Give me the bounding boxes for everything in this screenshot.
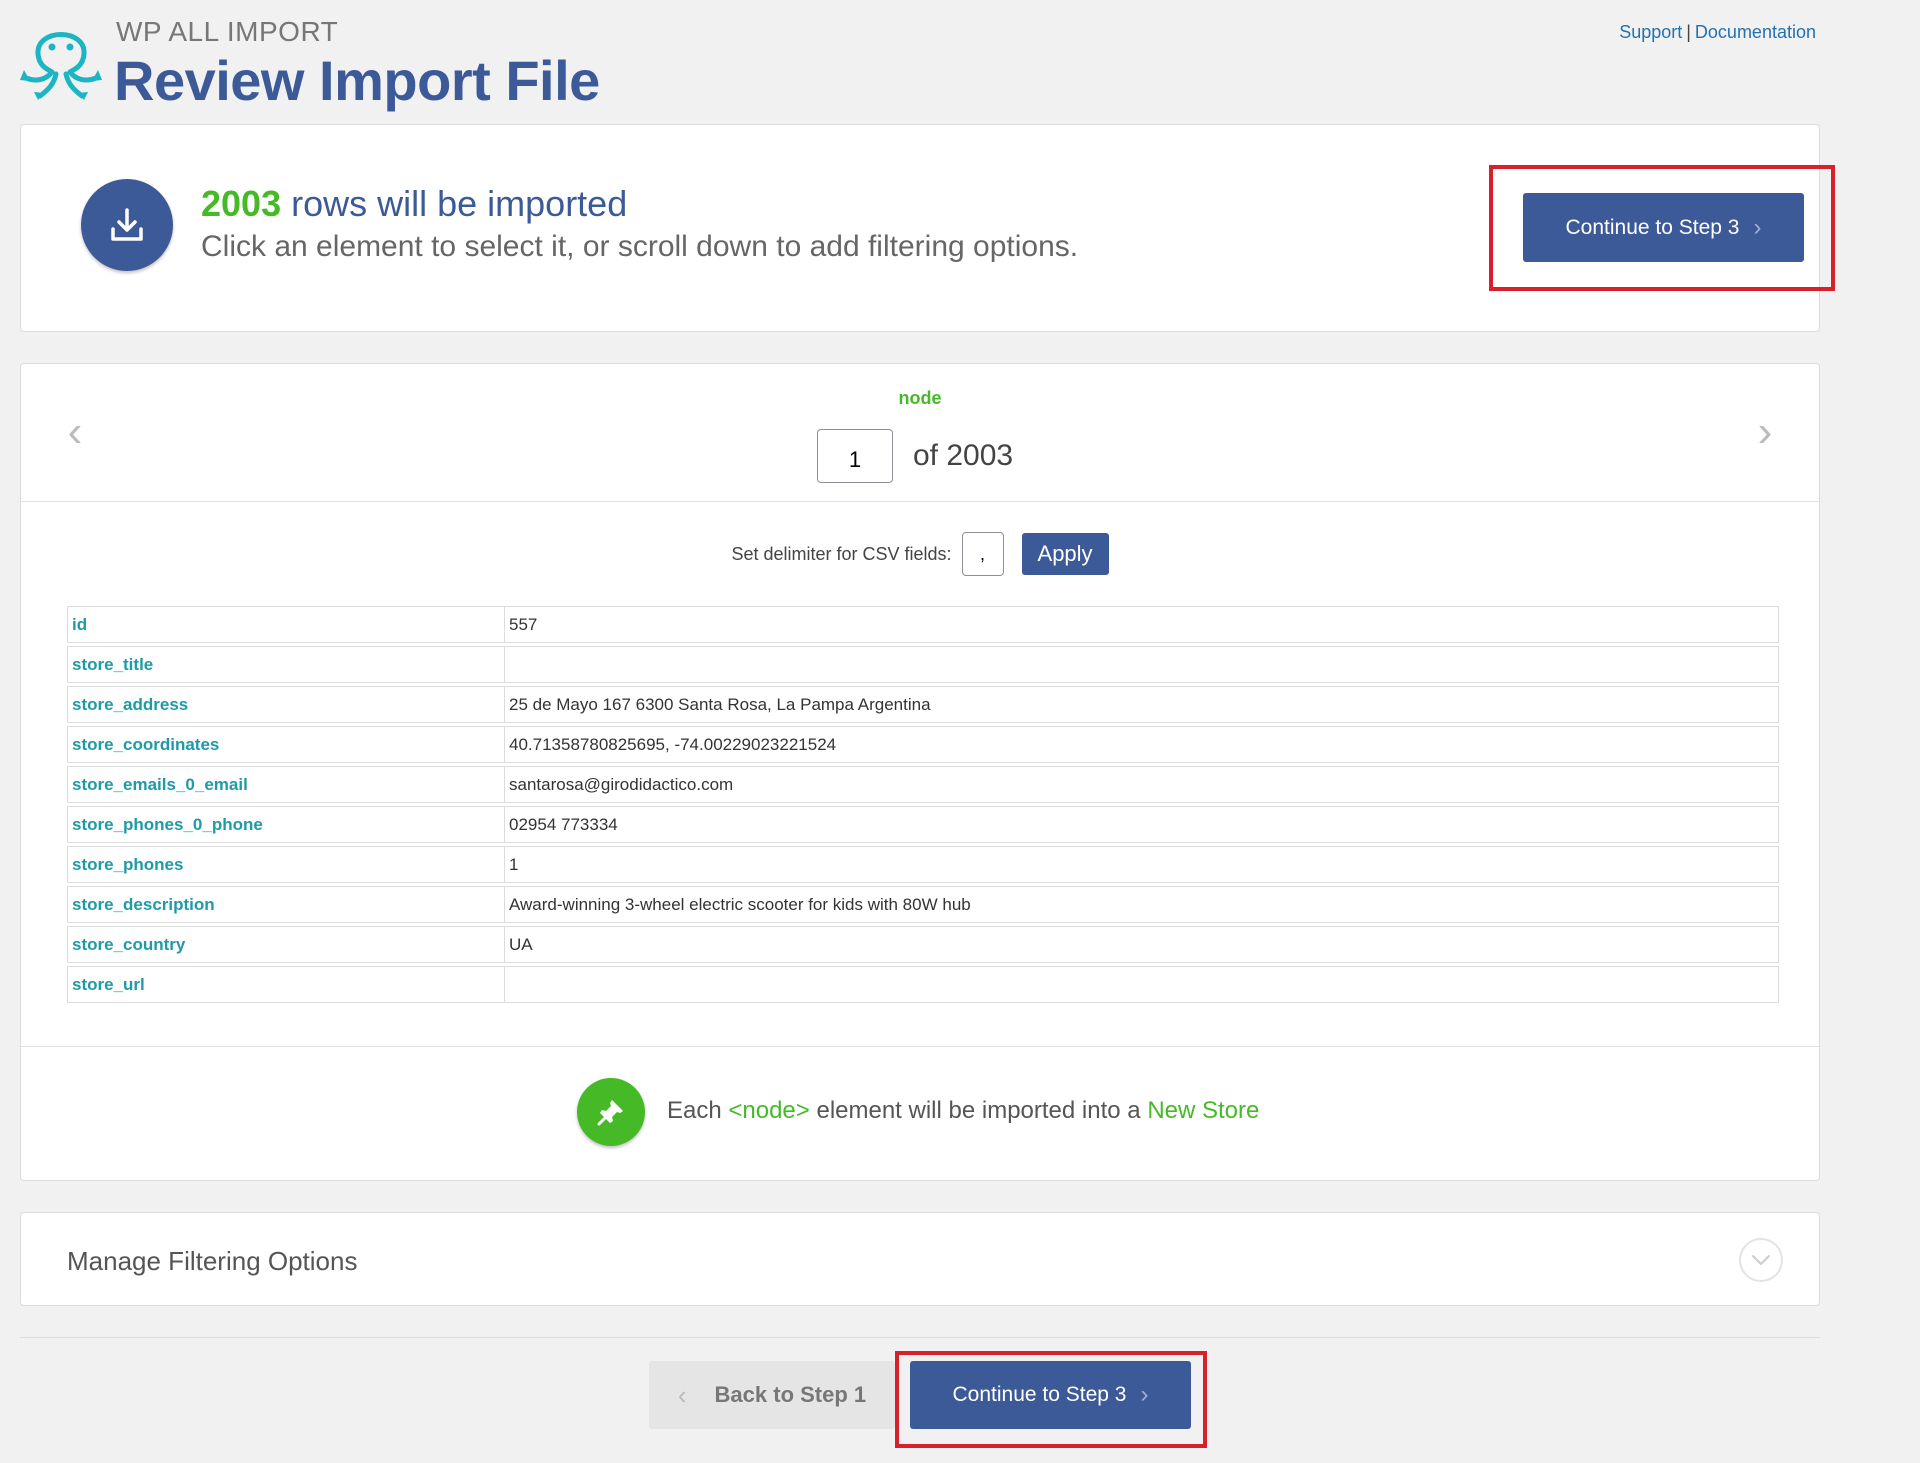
apply-delimiter-button[interactable]: Apply <box>1021 533 1109 575</box>
field-key[interactable]: store_phones_0_phone <box>67 806 505 843</box>
field-row[interactable]: store_title <box>67 646 1779 683</box>
field-value[interactable]: 40.71358780825695, -74.00229023221524 <box>505 726 1779 763</box>
continue-step3-label: Continue to Step 3 <box>1565 215 1740 239</box>
continue-step3-button-top[interactable]: Continue to Step 3 › <box>1523 193 1804 262</box>
field-row[interactable]: store_url <box>67 966 1779 1003</box>
field-value[interactable]: 02954 773334 <box>505 806 1779 843</box>
import-middle: element will be imported into a <box>816 1097 1141 1124</box>
import-description: Each <node> element will be imported int… <box>667 1097 1259 1125</box>
rows-count-line: 2003 rows will be imported <box>201 183 627 225</box>
record-pager: of 2003 <box>817 429 1013 483</box>
field-row[interactable]: store_phones 1 <box>67 846 1779 883</box>
delimiter-label: Set delimiter for CSV fields: <box>731 543 952 564</box>
field-row[interactable]: id 557 <box>67 606 1779 643</box>
pushpin-icon <box>577 1078 645 1146</box>
field-key[interactable]: store_emails_0_email <box>67 766 505 803</box>
field-value[interactable]: 1 <box>505 846 1779 883</box>
chevron-down-icon[interactable] <box>1739 1238 1783 1282</box>
brand-name: WP ALL IMPORT <box>116 16 339 47</box>
chevron-left-icon: ‹ <box>677 1379 687 1410</box>
record-total: of 2003 <box>913 439 1014 472</box>
field-key[interactable]: store_address <box>67 686 505 723</box>
field-row[interactable]: store_emails_0_email santarosa@girodidact… <box>67 766 1779 803</box>
record-preview-card: node ‹ of 2003 › Set delimiter for CSV f… <box>20 363 1820 1181</box>
record-number-input[interactable] <box>817 429 893 483</box>
continue-step3-button-bottom[interactable]: Continue to Step 3 › <box>910 1361 1191 1429</box>
chevron-right-icon: › <box>1140 1381 1149 1408</box>
field-key[interactable]: store_description <box>67 886 505 923</box>
chevron-right-icon: › <box>1753 213 1762 241</box>
select-hint: Click an element to select it, or scroll… <box>201 230 1079 263</box>
octopus-logo-icon <box>20 32 102 100</box>
filtering-options-panel[interactable]: Manage Filtering Options <box>20 1212 1820 1306</box>
chevron-left-icon[interactable]: ‹ <box>55 410 95 454</box>
field-key[interactable]: store_coordinates <box>67 726 505 763</box>
field-value[interactable]: Award-winning 3-wheel electric scooter f… <box>505 886 1779 923</box>
field-row[interactable]: store_country UA <box>67 926 1779 963</box>
field-row[interactable]: store_coordinates 40.71358780825695, -74.… <box>67 726 1779 763</box>
download-icon <box>81 179 173 271</box>
import-node-tag: <node> <box>728 1097 810 1124</box>
csv-delimiter-row: Set delimiter for CSV fields: Apply <box>21 532 1819 576</box>
field-value[interactable]: 557 <box>505 606 1779 643</box>
field-row[interactable]: store_phones_0_phone 02954 773334 <box>67 806 1779 843</box>
field-value[interactable] <box>505 646 1779 683</box>
support-link[interactable]: Support <box>1619 22 1682 42</box>
import-target-row: Each <node> element will be imported int… <box>21 1046 1819 1182</box>
filtering-title: Manage Filtering Options <box>67 1246 358 1276</box>
field-row[interactable]: store_address 25 de Mayo 167 6300 Santa R… <box>67 686 1779 723</box>
import-each: Each <box>667 1097 722 1124</box>
chevron-right-icon[interactable]: › <box>1745 410 1785 454</box>
record-navigator: node ‹ of 2003 › <box>21 364 1819 502</box>
page-header: WP ALL IMPORT Review Import File Support… <box>20 12 1820 112</box>
help-links: Support | Documentation <box>1619 22 1816 43</box>
field-value[interactable]: 25 de Mayo 167 6300 Santa Rosa, La Pampa… <box>505 686 1779 723</box>
field-row[interactable]: store_description Award-winning 3-wheel e… <box>67 886 1779 923</box>
field-value[interactable] <box>505 966 1779 1003</box>
field-key[interactable]: store_country <box>67 926 505 963</box>
rows-count: 2003 <box>201 183 282 224</box>
delimiter-input[interactable] <box>961 532 1004 576</box>
documentation-link[interactable]: Documentation <box>1695 22 1816 42</box>
continue-step3-label: Continue to Step 3 <box>952 1383 1127 1406</box>
import-target-type: New Store <box>1147 1097 1260 1124</box>
record-fields-table: id 557 store_title store_address 25 de Mayo … <box>67 603 1779 1006</box>
field-key[interactable]: store_phones <box>67 846 505 883</box>
link-separator: | <box>1686 22 1691 42</box>
back-step1-button[interactable]: ‹ Back to Step 1 <box>649 1361 895 1429</box>
field-key[interactable]: store_title <box>67 646 505 683</box>
field-value[interactable]: santarosa@girodidactico.com <box>505 766 1779 803</box>
rows-count-label: rows will be imported <box>291 183 628 224</box>
field-key[interactable]: id <box>67 606 505 643</box>
back-step1-label: Back to Step 1 <box>714 1382 867 1407</box>
field-value[interactable]: UA <box>505 926 1779 963</box>
field-key[interactable]: store_url <box>67 966 505 1003</box>
footer-divider <box>20 1337 1820 1338</box>
node-name: node <box>898 388 942 408</box>
page-title: Review Import File <box>114 49 600 112</box>
